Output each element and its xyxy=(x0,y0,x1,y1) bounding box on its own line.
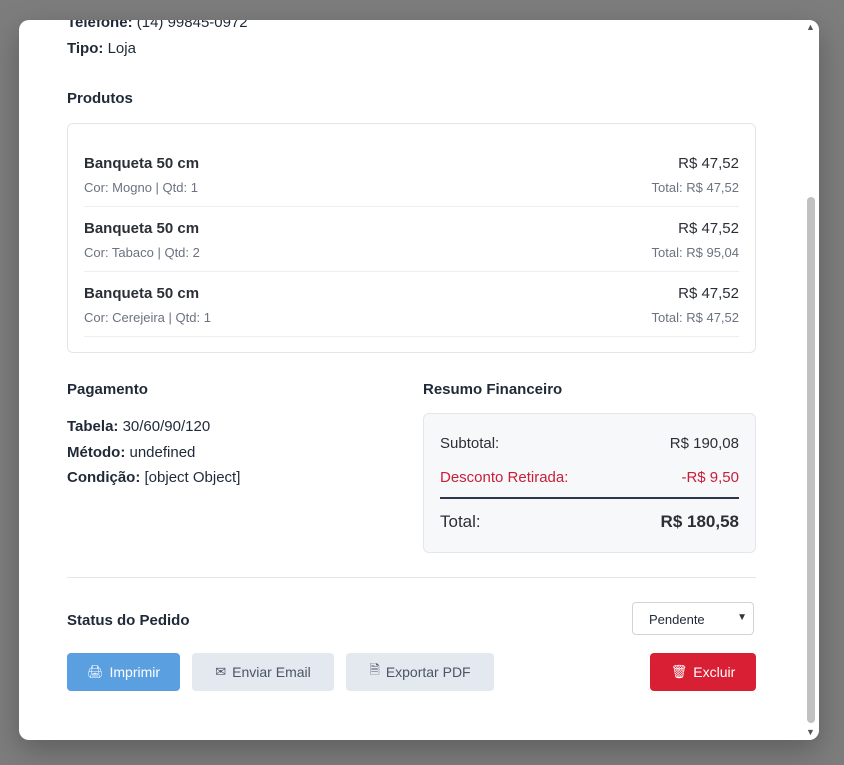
order-status-title: Status do Pedido xyxy=(67,612,190,629)
discount-value: -R$ 9,50 xyxy=(681,469,739,486)
total-label: Total: xyxy=(440,512,481,531)
payment-condition-value: [object Object] xyxy=(144,469,241,486)
products-list: Banqueta 50 cm Cor: Mogno | Qtd: 1 R$ 47… xyxy=(67,123,756,353)
product-price: R$ 47,52 xyxy=(678,285,739,302)
subtotal-value: R$ 190,08 xyxy=(669,435,739,452)
product-name: Banqueta 50 cm xyxy=(84,220,200,237)
payment-method-line: Método: undefined xyxy=(67,444,195,461)
product-meta: Cor: Tabaco | Qtd: 2 xyxy=(84,245,200,260)
phone-label: Telefone: xyxy=(67,20,133,31)
subtotal-label: Subtotal: xyxy=(440,435,500,452)
status-selected-value: Pendente xyxy=(649,612,705,627)
scroll-up-icon[interactable]: ▲ xyxy=(805,22,816,33)
scroll-down-icon[interactable]: ▼ xyxy=(805,727,816,738)
export-pdf-button[interactable]: 🗎 Exportar PDF xyxy=(346,653,494,691)
order-details-modal: Telefone: (14) 99845-0972 Tipo: Loja Pro… xyxy=(19,20,819,740)
payment-table-line: Tabela: 30/60/90/120 xyxy=(67,418,210,435)
payment-table-value: 30/60/90/120 xyxy=(122,418,211,435)
chevron-down-icon: ▼ xyxy=(737,612,747,623)
product-item: Banqueta 50 cm Cor: Tabaco | Qtd: 2 R$ 4… xyxy=(84,206,739,272)
payment-table-label: Tabela: xyxy=(67,418,119,435)
document-icon: 🗎 xyxy=(369,662,380,677)
product-meta: Cor: Cerejeira | Qtd: 1 xyxy=(84,310,211,325)
payment-method-value: undefined xyxy=(129,444,196,461)
print-button-label: Imprimir xyxy=(109,664,161,680)
type-value: Loja xyxy=(107,40,136,57)
section-divider xyxy=(67,577,756,578)
summary-divider xyxy=(440,497,739,499)
product-item: Banqueta 50 cm Cor: Mogno | Qtd: 1 R$ 47… xyxy=(84,141,739,207)
product-total: Total: R$ 47,52 xyxy=(651,180,739,195)
product-meta: Cor: Mogno | Qtd: 1 xyxy=(84,180,198,195)
type-label: Tipo: xyxy=(67,40,104,57)
products-title: Produtos xyxy=(67,90,133,107)
order-status-select[interactable]: Pendente ▼ xyxy=(632,602,754,635)
delete-button[interactable]: 🗑 Excluir xyxy=(650,653,756,691)
total-value: R$ 180,58 xyxy=(660,512,739,531)
export-pdf-button-label: Exportar PDF xyxy=(385,664,471,680)
printer-icon: 🖨 xyxy=(86,664,104,679)
scrollbar-thumb[interactable] xyxy=(807,197,815,723)
print-button[interactable]: 🖨 Imprimir xyxy=(67,653,180,691)
payment-method-label: Método: xyxy=(67,444,126,461)
summary-title: Resumo Financeiro xyxy=(423,381,563,398)
product-total: Total: R$ 47,52 xyxy=(651,310,739,325)
product-price: R$ 47,52 xyxy=(678,220,739,237)
product-name: Banqueta 50 cm xyxy=(84,285,200,302)
type-line: Tipo: Loja xyxy=(67,40,136,57)
product-price: R$ 47,52 xyxy=(678,155,739,172)
product-name: Banqueta 50 cm xyxy=(84,155,200,172)
product-total: Total: R$ 95,04 xyxy=(651,245,739,260)
payment-title: Pagamento xyxy=(67,381,148,398)
phone-line: Telefone: (14) 99845-0972 xyxy=(67,20,248,31)
delete-button-label: Excluir xyxy=(693,664,736,680)
send-email-button[interactable]: ✉ Enviar Email xyxy=(192,653,334,691)
envelope-icon: ✉ xyxy=(215,664,227,679)
payment-condition-line: Condição: [object Object] xyxy=(67,469,240,486)
send-email-button-label: Enviar Email xyxy=(232,664,311,680)
trash-icon: 🗑 xyxy=(670,664,688,679)
discount-label: Desconto Retirada: xyxy=(440,469,569,486)
phone-value: (14) 99845-0972 xyxy=(136,20,248,31)
scrollbar[interactable]: ▲ ▼ xyxy=(802,20,819,740)
product-item: Banqueta 50 cm Cor: Cerejeira | Qtd: 1 R… xyxy=(84,271,739,337)
financial-summary: Subtotal: R$ 190,08 Desconto Retirada: -… xyxy=(423,413,756,553)
payment-condition-label: Condição: xyxy=(67,469,141,486)
